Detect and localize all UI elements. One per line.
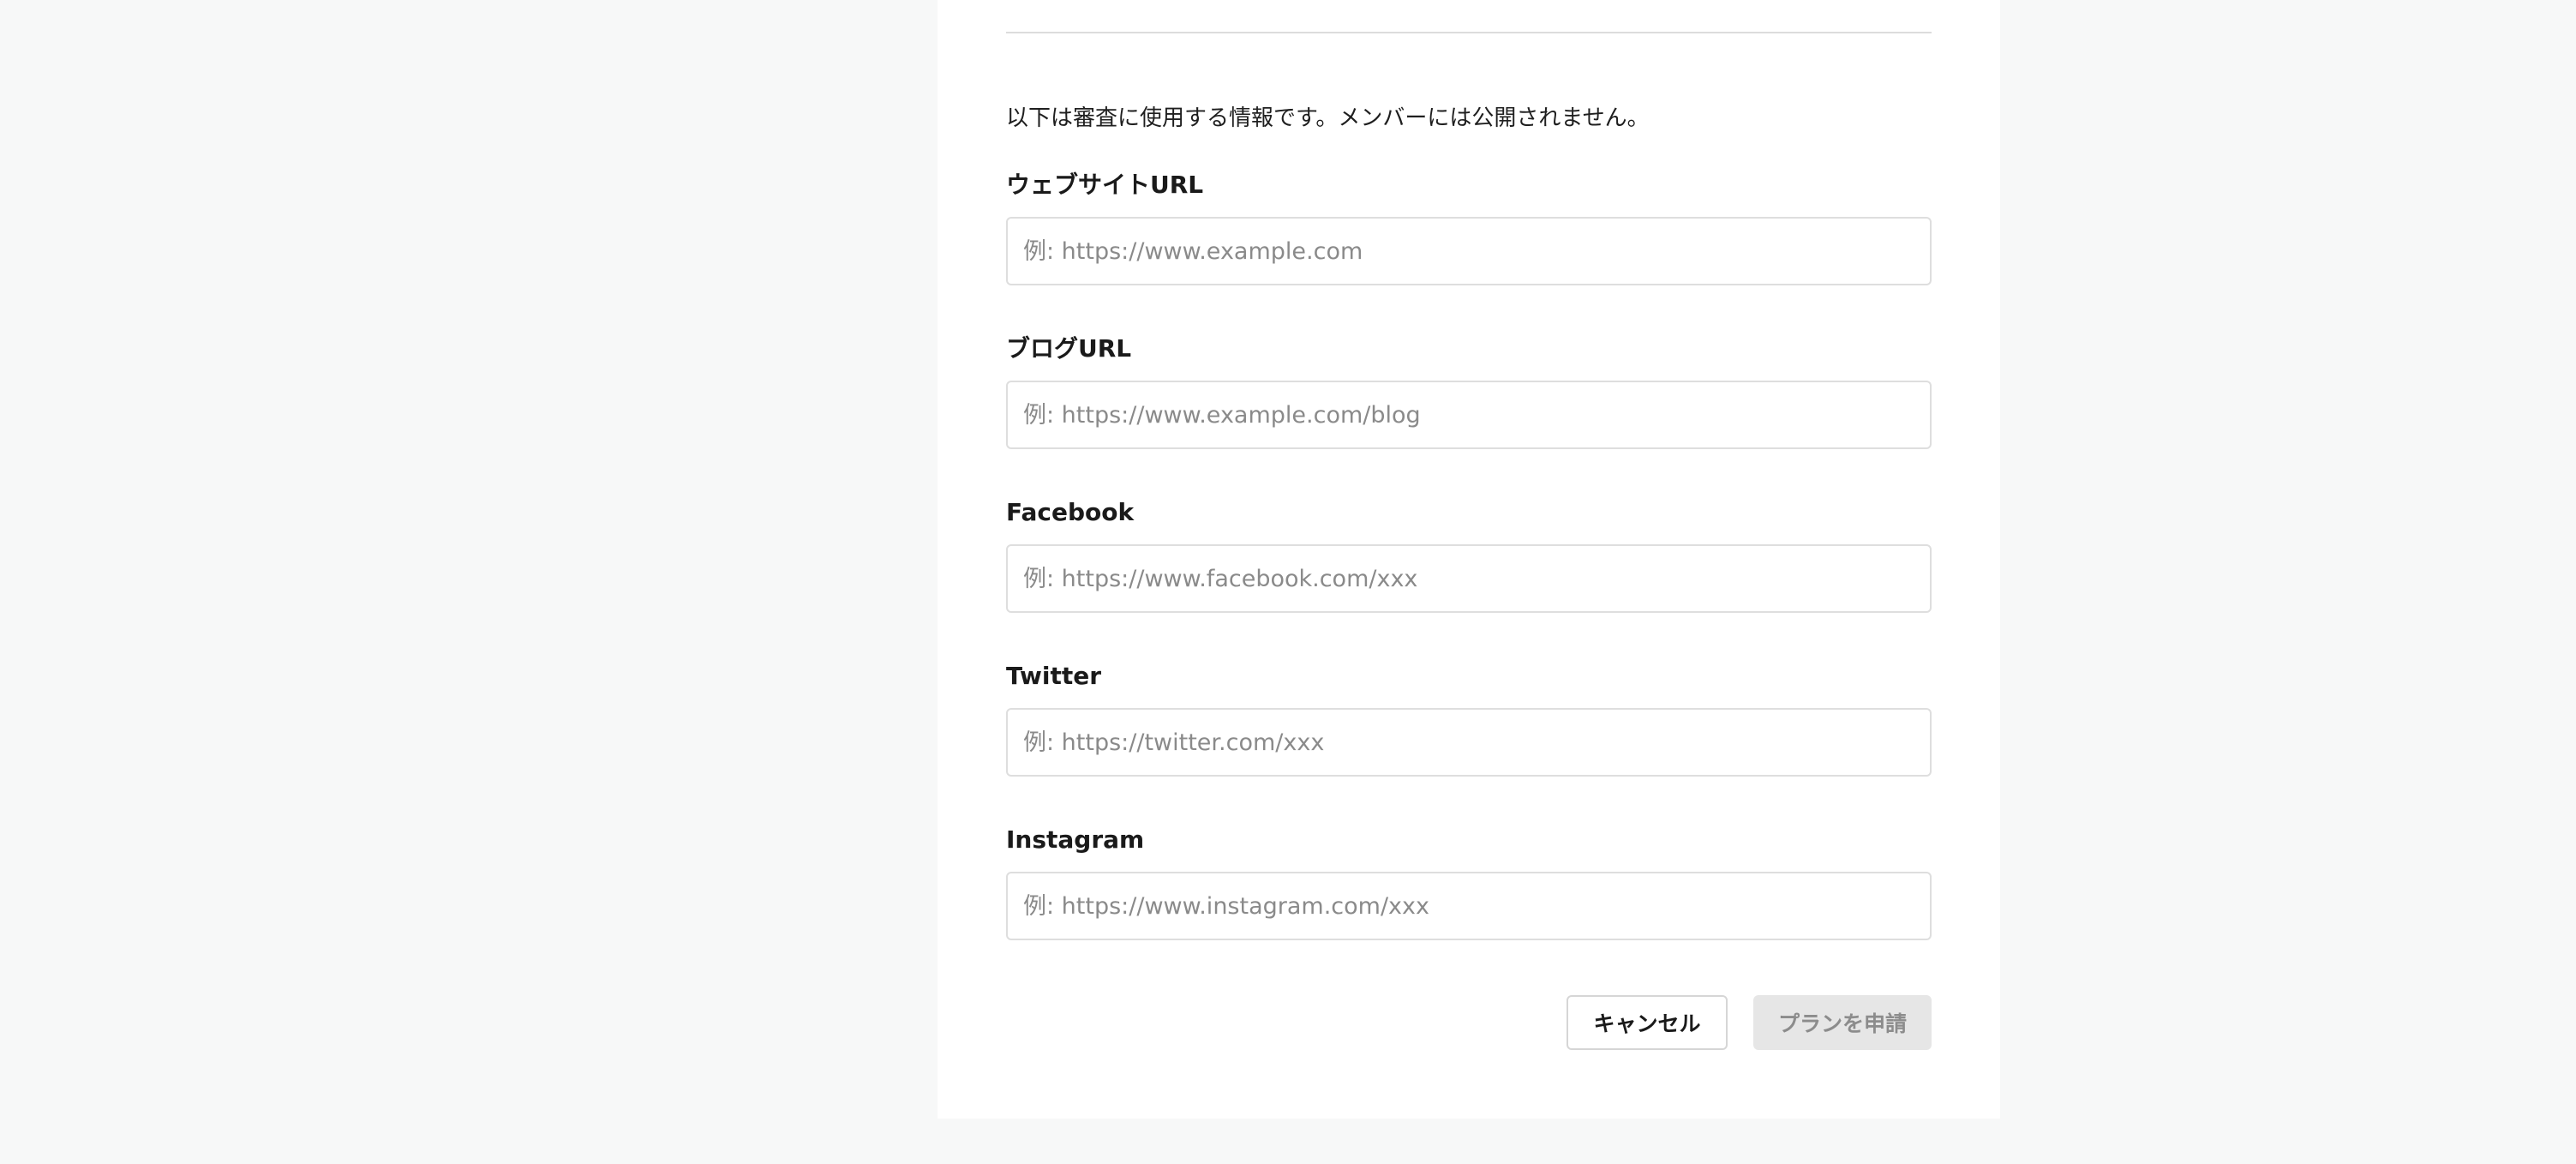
facebook-url-input[interactable]: [1006, 544, 1932, 613]
cancel-button[interactable]: キャンセル: [1567, 995, 1728, 1050]
twitter-url-input[interactable]: [1006, 708, 1932, 777]
instagram-label: Instagram: [1006, 825, 1145, 854]
review-notice-text: 以下は審査に使用する情報です。メンバーには公開されません。: [1006, 105, 1650, 131]
twitter-label: Twitter: [1006, 662, 1102, 690]
website-url-input[interactable]: [1006, 217, 1932, 285]
instagram-url-input[interactable]: [1006, 872, 1932, 940]
apply-plan-button[interactable]: プランを申請: [1753, 995, 1932, 1050]
facebook-label: Facebook: [1006, 498, 1135, 526]
blog-url-input[interactable]: [1006, 381, 1932, 449]
website-url-label: ウェブサイトURL: [1006, 171, 1204, 199]
form-panel: 以下は審査に使用する情報です。メンバーには公開されません。 ウェブサイトURL …: [938, 0, 2000, 1119]
blog-url-label: ブログURL: [1006, 334, 1132, 363]
section-divider: [1006, 32, 1932, 33]
